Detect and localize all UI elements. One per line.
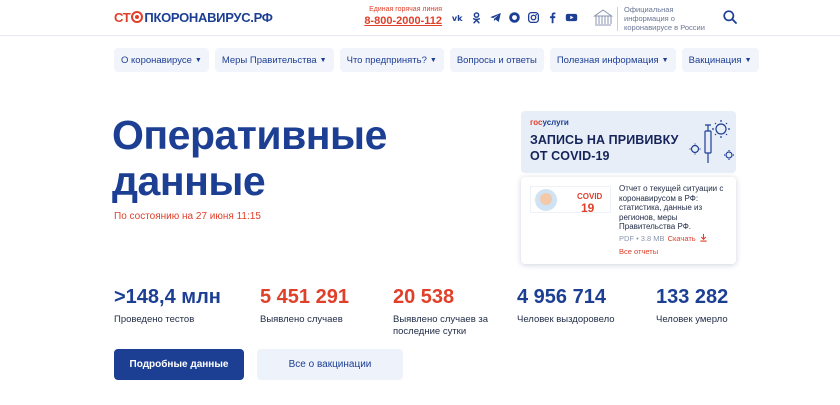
nav-item-useful-info[interactable]: Полезная информация ▼ xyxy=(549,48,676,72)
report-thumbnail[interactable]: COVID 19 xyxy=(530,186,611,213)
stat-label: Проведено тестов xyxy=(114,314,195,325)
report-meta: PDF • 3.8 MB Скачать xyxy=(619,233,708,244)
vk-icon[interactable]: vk xyxy=(450,10,465,25)
stat-recovered: 4 956 714 Человек выздоровело xyxy=(517,285,642,326)
nav-item-label: Вакцинация xyxy=(688,54,742,66)
stat-value: 133 282 xyxy=(656,286,729,308)
instagram-icon[interactable] xyxy=(526,10,541,25)
stat-value: 4 956 714 xyxy=(517,286,606,308)
nav-item-label: Полезная информация xyxy=(556,54,659,66)
syringe-virus-icon xyxy=(689,120,734,163)
caret-down-icon: ▼ xyxy=(661,56,669,64)
detailed-data-button[interactable]: Подробные данные xyxy=(114,349,244,380)
government-badge[interactable]: Официальная информация о коронавирусе в … xyxy=(592,5,716,32)
report-description[interactable]: Отчет о текущей ситуации с коронавирусом… xyxy=(619,184,731,232)
ok-icon[interactable] xyxy=(469,10,484,25)
viber-icon[interactable] xyxy=(507,10,522,25)
page-title: Оперативные данные xyxy=(112,112,492,204)
nav-item-label: О коронавирусе xyxy=(121,54,192,66)
nav-item-about-coronavirus[interactable]: О коронавирусе ▼ xyxy=(114,48,209,72)
caret-down-icon: ▼ xyxy=(429,56,437,64)
youtube-icon[interactable] xyxy=(564,10,579,25)
telegram-icon[interactable] xyxy=(488,10,503,25)
nav-item-vaccination[interactable]: Вакцинация ▼ xyxy=(681,48,759,72)
download-link[interactable]: Скачать xyxy=(668,234,696,243)
stat-label: Человек умерло xyxy=(656,314,728,325)
site-logo[interactable]: СТ ПКОРОНАВИРУС.РФ xyxy=(114,9,273,25)
government-text: Официальная информация о коронавирусе в … xyxy=(624,5,705,32)
stat-value: >148,4 млн xyxy=(114,286,221,308)
as-of-timestamp: По состоянию на 27 июня 11:15 xyxy=(114,211,261,222)
facebook-icon[interactable] xyxy=(545,10,560,25)
government-building-icon xyxy=(592,6,618,31)
vaccination-info-button[interactable]: Все о вакцинации xyxy=(257,349,403,380)
page-title-line2: данные xyxy=(112,158,266,204)
stat-daily-cases: 20 538 Выявлено случаев за последние сут… xyxy=(393,285,508,338)
logo-text-blue: ПКОРОНАВИРУС.РФ xyxy=(144,9,273,25)
thumbnail-covid-label: COVID xyxy=(577,192,603,201)
social-links: vk xyxy=(450,10,579,25)
doctor-image xyxy=(535,189,557,211)
stat-cases: 5 451 291 Выявлено случаев xyxy=(260,285,380,326)
search-icon[interactable] xyxy=(722,9,738,25)
nav-item-label: Вопросы и ответы xyxy=(456,54,537,66)
stat-deaths: 133 282 Человек умерло xyxy=(656,285,740,326)
stat-label: Человек выздоровело xyxy=(517,314,615,325)
report-format: PDF • 3.8 MB xyxy=(619,234,665,243)
site-header: СТ ПКОРОНАВИРУС.РФ Единая горячая линия … xyxy=(0,0,840,36)
nav-item-faq[interactable]: Вопросы и ответы xyxy=(449,48,544,72)
hotline-caption: Единая горячая линия xyxy=(369,6,442,13)
stat-value: 20 538 xyxy=(393,286,455,308)
thumbnail-covid-number: 19 xyxy=(581,201,595,213)
nav-item-label: Что предпринять? xyxy=(346,54,427,66)
situation-report-card: COVID 19 Отчет о текущей ситуации с коро… xyxy=(521,177,736,264)
page-title-line1: Оперативные xyxy=(112,112,387,158)
gosuslugi-logo-part-b: услуги xyxy=(542,118,569,127)
hotline-number[interactable]: 8-800-2000-112 xyxy=(352,14,442,28)
banner-headline-line1: ЗАПИСЬ НА ПРИВИВКУ xyxy=(530,133,679,147)
gosuslugi-logo-part-a: гос xyxy=(530,118,543,127)
stat-label: Выявлено случаев xyxy=(260,314,343,325)
all-reports-link[interactable]: Все отчеты xyxy=(619,247,658,256)
banner-headline-line2: ОТ COVID-19 xyxy=(530,149,610,163)
main-navigation: О коронавирусе ▼ Меры Правительства ▼ Что … xyxy=(114,48,759,72)
nav-item-label: Меры Правительства xyxy=(221,54,317,66)
svg-text:vk: vk xyxy=(452,13,463,23)
caret-down-icon: ▼ xyxy=(194,56,202,64)
gosuslugi-logo: госуслуги xyxy=(530,118,569,127)
stat-value: 5 451 291 xyxy=(260,286,349,308)
banner-headline: ЗАПИСЬ НА ПРИВИВКУ ОТ COVID-19 xyxy=(530,132,679,164)
stat-label: Выявлено случаев за последние сутки xyxy=(393,314,489,337)
nav-item-what-to-do[interactable]: Что предпринять? ▼ xyxy=(339,48,444,72)
logo-text-red: СТ xyxy=(114,9,131,25)
vaccination-signup-banner[interactable]: госуслуги ЗАПИСЬ НА ПРИВИВКУ ОТ COVID-19 xyxy=(521,111,736,173)
virus-icon xyxy=(131,11,144,23)
hotline: Единая горячая линия 8-800-2000-112 xyxy=(352,6,442,28)
caret-down-icon: ▼ xyxy=(319,56,327,64)
download-icon[interactable] xyxy=(699,233,708,244)
caret-down-icon: ▼ xyxy=(744,56,752,64)
nav-item-government-measures[interactable]: Меры Правительства ▼ xyxy=(214,48,334,72)
stat-tests: >148,4 млн Проведено тестов xyxy=(114,285,244,326)
